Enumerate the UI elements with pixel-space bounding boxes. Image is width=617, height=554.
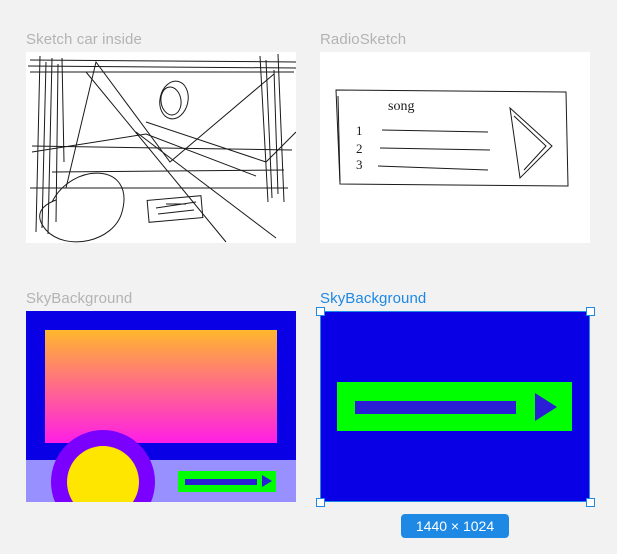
resize-handle-bottom-right[interactable] bbox=[586, 498, 595, 507]
resize-handle-top-left[interactable] bbox=[316, 307, 325, 316]
radio-sketch-number-1: 1 bbox=[356, 123, 363, 138]
radio-sketch-song-text: song bbox=[388, 99, 414, 114]
radio-sketch-number-2: 2 bbox=[356, 141, 363, 156]
frame-label-skybackground[interactable]: SkyBackground bbox=[26, 290, 132, 307]
selection-size-badge: 1440 × 1024 bbox=[401, 514, 509, 538]
play-arrow-icon bbox=[535, 393, 557, 421]
frame-label-sketch-car-inside[interactable]: Sketch car inside bbox=[26, 31, 142, 48]
frame-label-radiosketch[interactable]: RadioSketch bbox=[320, 31, 406, 48]
frame-thumbnail-skybackground[interactable] bbox=[26, 311, 296, 502]
frame-thumbnail-skybackground-selected[interactable] bbox=[320, 311, 590, 502]
progress-bar bbox=[337, 382, 572, 431]
frame-thumbnail-sketch-car-inside[interactable] bbox=[26, 52, 296, 243]
frame-label-skybackground-selected[interactable]: SkyBackground bbox=[320, 290, 426, 307]
mini-play-arrow-icon bbox=[262, 475, 272, 487]
resize-handle-bottom-left[interactable] bbox=[316, 498, 325, 507]
frame-thumbnail-radiosketch[interactable]: song 1 2 3 bbox=[320, 52, 590, 243]
sky-gradient-panel bbox=[45, 330, 277, 443]
car-sketch-drawing bbox=[27, 53, 296, 243]
mini-progress-bar bbox=[178, 471, 276, 492]
radio-sketch-number-3: 3 bbox=[356, 157, 363, 172]
radio-sketch-drawing: song 1 2 3 bbox=[335, 89, 569, 187]
mini-progress-track bbox=[185, 479, 257, 485]
resize-handle-top-right[interactable] bbox=[586, 307, 595, 316]
progress-track bbox=[355, 401, 516, 414]
